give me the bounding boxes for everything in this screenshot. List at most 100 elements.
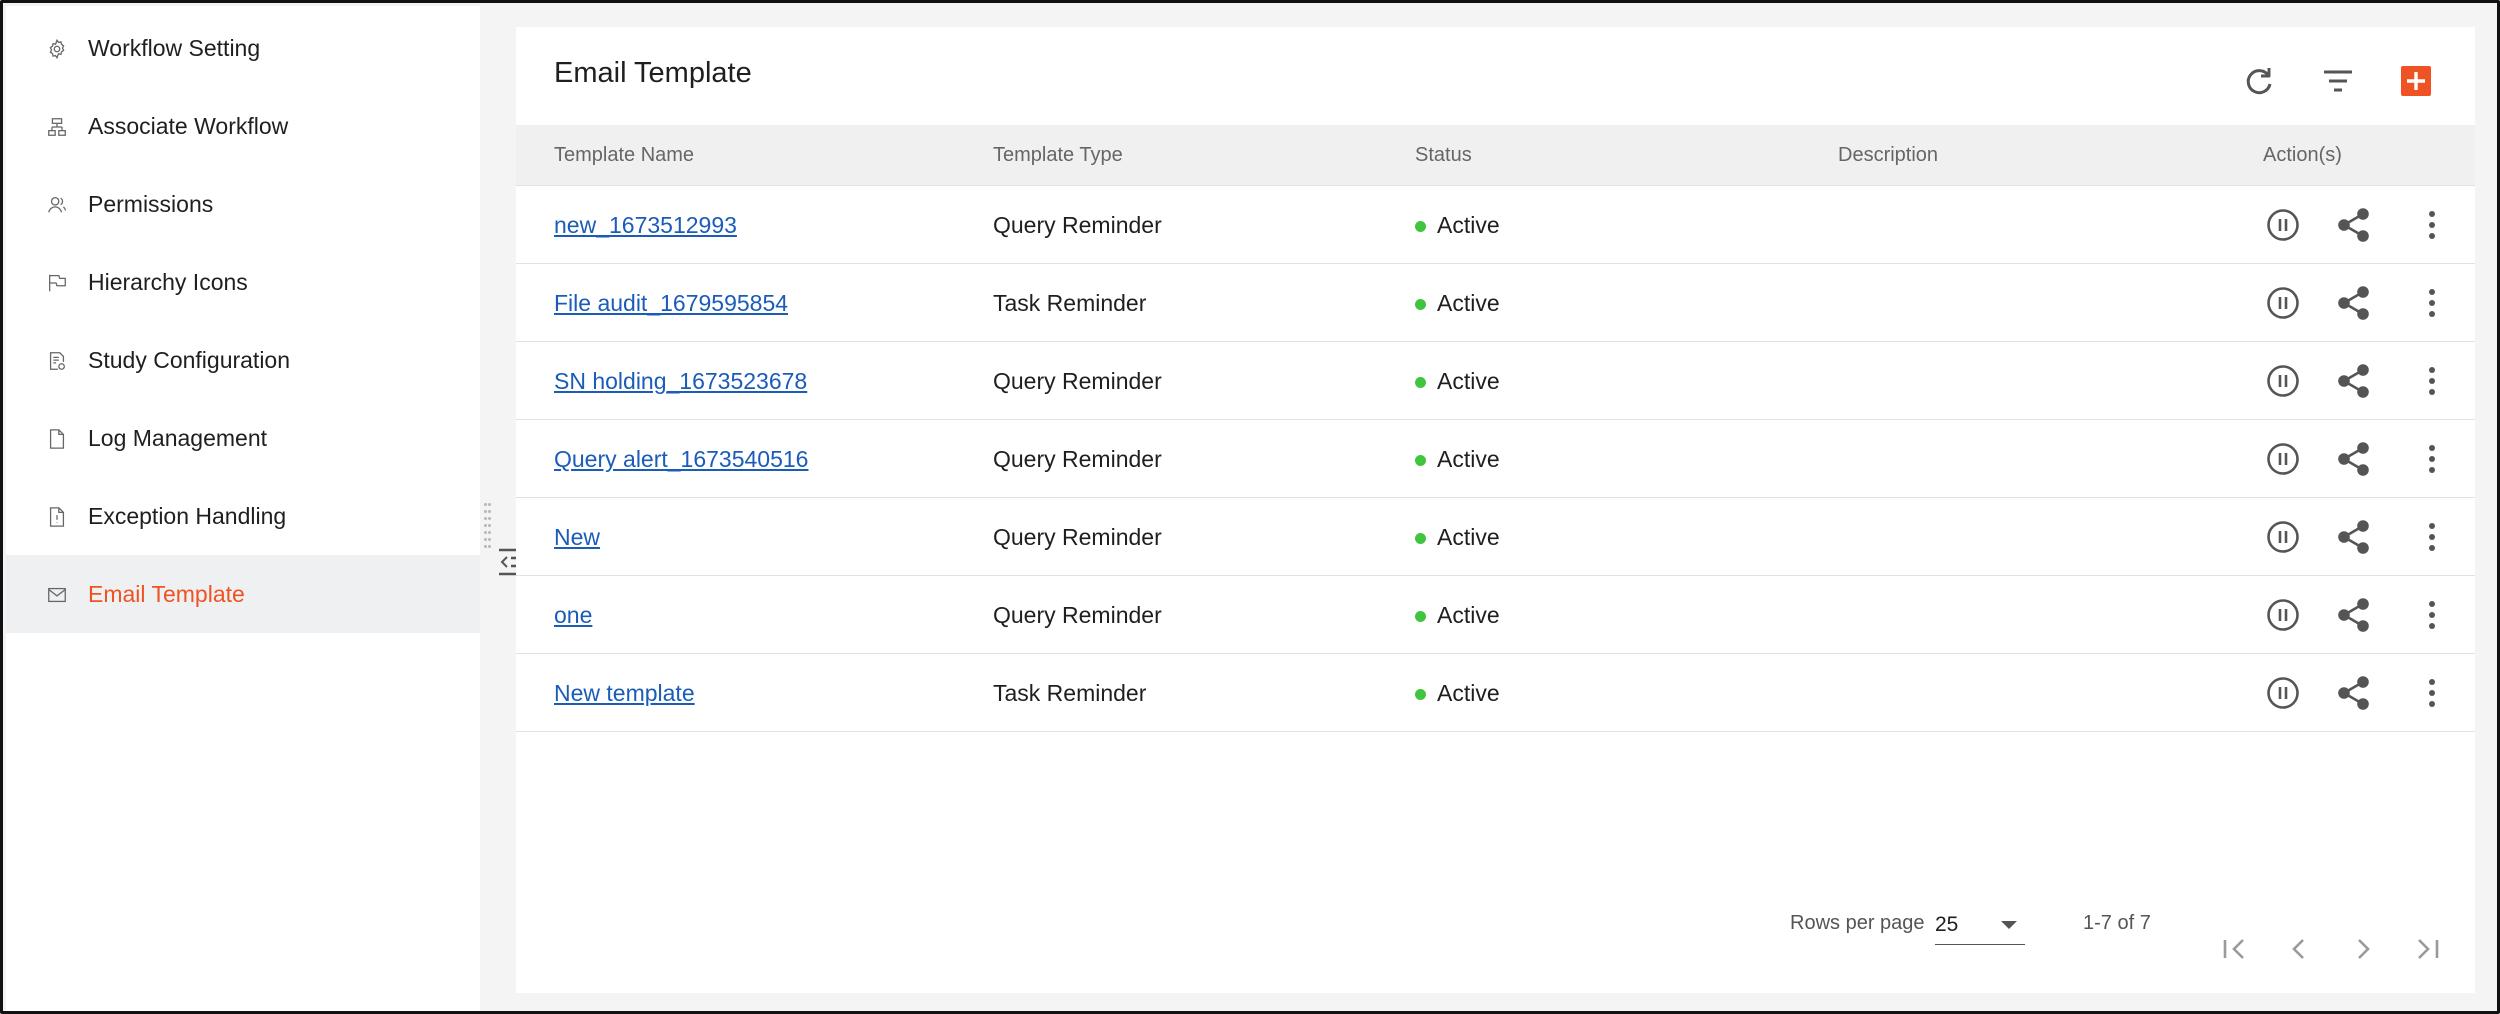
- filter-icon[interactable]: [2318, 61, 2358, 101]
- table-row: File audit_1679595854 Task Reminder Acti…: [516, 264, 2475, 342]
- pause-icon[interactable]: [2263, 517, 2303, 557]
- status-text: Active: [1437, 212, 1500, 238]
- flag-icon: [46, 272, 68, 294]
- sidebar-item-label: Exception Handling: [88, 503, 287, 529]
- add-icon[interactable]: [2396, 61, 2436, 101]
- next-page-icon[interactable]: [2343, 929, 2383, 969]
- template-name-link[interactable]: New: [554, 498, 600, 576]
- share-icon[interactable]: [2334, 439, 2374, 479]
- table-row: SN holding_1673523678 Query Reminder Act…: [516, 342, 2475, 420]
- status-text: Active: [1437, 368, 1500, 394]
- pause-icon[interactable]: [2263, 439, 2303, 479]
- status-dot-icon: [1415, 221, 1426, 232]
- sidebar-item-hierarchy-icons[interactable]: Hierarchy Icons: [6, 243, 480, 321]
- sidebar-item-label: Hierarchy Icons: [88, 269, 248, 295]
- sidebar: Workflow Setting Associate Workflow Perm…: [6, 6, 480, 1011]
- share-icon[interactable]: [2334, 517, 2374, 557]
- sidebar-item-study-configuration[interactable]: Study Configuration: [6, 321, 480, 399]
- more-options-icon[interactable]: [2412, 517, 2452, 557]
- template-name-link[interactable]: SN holding_1673523678: [554, 342, 807, 420]
- first-page-icon[interactable]: [2215, 929, 2255, 969]
- status-dot-icon: [1415, 611, 1426, 622]
- sidebar-item-label: Workflow Setting: [88, 35, 261, 61]
- refresh-icon[interactable]: [2239, 61, 2279, 101]
- last-page-icon[interactable]: [2407, 929, 2447, 969]
- more-options-icon[interactable]: [2412, 361, 2452, 401]
- more-options-icon[interactable]: [2412, 595, 2452, 635]
- document-settings-icon: [46, 350, 68, 372]
- rows-per-page-label: Rows per page: [1790, 912, 1925, 934]
- template-name-link[interactable]: New template: [554, 654, 695, 732]
- share-icon[interactable]: [2334, 283, 2374, 323]
- table-row: new_1673512993 Query Reminder Active: [516, 186, 2475, 264]
- template-type: Query Reminder: [993, 368, 1162, 394]
- template-type: Query Reminder: [993, 212, 1162, 238]
- mail-icon: [46, 584, 68, 606]
- column-header-status[interactable]: Status: [1415, 125, 1472, 186]
- template-type: Query Reminder: [993, 446, 1162, 472]
- share-icon[interactable]: [2334, 673, 2374, 713]
- status-dot-icon: [1415, 299, 1426, 310]
- template-type: Query Reminder: [993, 524, 1162, 550]
- file-icon: [46, 428, 68, 450]
- status-dot-icon: [1415, 533, 1426, 544]
- share-icon[interactable]: [2334, 595, 2374, 635]
- more-options-icon[interactable]: [2412, 439, 2452, 479]
- pause-icon[interactable]: [2263, 673, 2303, 713]
- gear-icon: [46, 38, 68, 60]
- more-options-icon[interactable]: [2412, 205, 2452, 245]
- column-header-template-name[interactable]: Template Name: [554, 125, 694, 186]
- app-window: Workflow Setting Associate Workflow Perm…: [0, 0, 2500, 1014]
- pause-icon[interactable]: [2263, 361, 2303, 401]
- status-dot-icon: [1415, 377, 1426, 388]
- sidebar-item-label: Email Template: [88, 581, 245, 607]
- share-icon[interactable]: [2334, 205, 2374, 245]
- template-name-link[interactable]: one: [554, 576, 592, 654]
- table-row: Query alert_1673540516 Query Reminder Ac…: [516, 420, 2475, 498]
- share-icon[interactable]: [2334, 361, 2374, 401]
- more-options-icon[interactable]: [2412, 283, 2452, 323]
- sidebar-item-log-management[interactable]: Log Management: [6, 399, 480, 477]
- sidebar-item-permissions[interactable]: Permissions: [6, 165, 480, 243]
- sidebar-item-associate-workflow[interactable]: Associate Workflow: [6, 87, 480, 165]
- pagination-range: 1-7 of 7: [2083, 912, 2151, 934]
- template-name-link[interactable]: Query alert_1673540516: [554, 420, 808, 498]
- template-type: Query Reminder: [993, 602, 1162, 628]
- rows-per-page-value: 25: [1935, 913, 1959, 936]
- sidebar-item-exception-handling[interactable]: Exception Handling: [6, 477, 480, 555]
- pause-icon[interactable]: [2263, 283, 2303, 323]
- table-row: one Query Reminder Active: [516, 576, 2475, 654]
- column-header-template-type[interactable]: Template Type: [993, 125, 1123, 186]
- email-template-panel: Email Template Template Name Template Ty…: [516, 27, 2475, 993]
- rows-per-page-select[interactable]: 25: [1935, 911, 2025, 945]
- template-type: Task Reminder: [993, 680, 1147, 706]
- sidebar-item-label: Study Configuration: [88, 347, 291, 373]
- column-header-description[interactable]: Description: [1838, 125, 1938, 186]
- sidebar-item-workflow-setting[interactable]: Workflow Setting: [6, 9, 480, 87]
- template-name-link[interactable]: File audit_1679595854: [554, 264, 788, 342]
- previous-page-icon[interactable]: [2279, 929, 2319, 969]
- page-title: Email Template: [554, 57, 752, 89]
- sidebar-item-label: Associate Workflow: [88, 113, 289, 139]
- pause-icon[interactable]: [2263, 595, 2303, 635]
- status-text: Active: [1437, 680, 1500, 706]
- template-name-link[interactable]: new_1673512993: [554, 186, 737, 264]
- sidebar-item-label: Log Management: [88, 425, 268, 451]
- status-text: Active: [1437, 524, 1500, 550]
- resize-handle[interactable]: [484, 503, 491, 551]
- table-header: Template Name Template Type Status Descr…: [516, 125, 2475, 186]
- status-text: Active: [1437, 290, 1500, 316]
- sidebar-item-label: Permissions: [88, 191, 214, 217]
- status-dot-icon: [1415, 455, 1426, 466]
- pause-icon[interactable]: [2263, 205, 2303, 245]
- users-icon: [46, 194, 68, 216]
- file-alert-icon: [46, 506, 68, 528]
- more-options-icon[interactable]: [2412, 673, 2452, 713]
- sidebar-item-email-template[interactable]: Email Template: [6, 555, 480, 633]
- hierarchy-icon: [46, 116, 68, 138]
- table-row: New Query Reminder Active: [516, 498, 2475, 576]
- column-header-actions: Action(s): [2263, 144, 2342, 166]
- chevron-down-icon: [2001, 921, 2017, 929]
- template-type: Task Reminder: [993, 290, 1147, 316]
- status-text: Active: [1437, 602, 1500, 628]
